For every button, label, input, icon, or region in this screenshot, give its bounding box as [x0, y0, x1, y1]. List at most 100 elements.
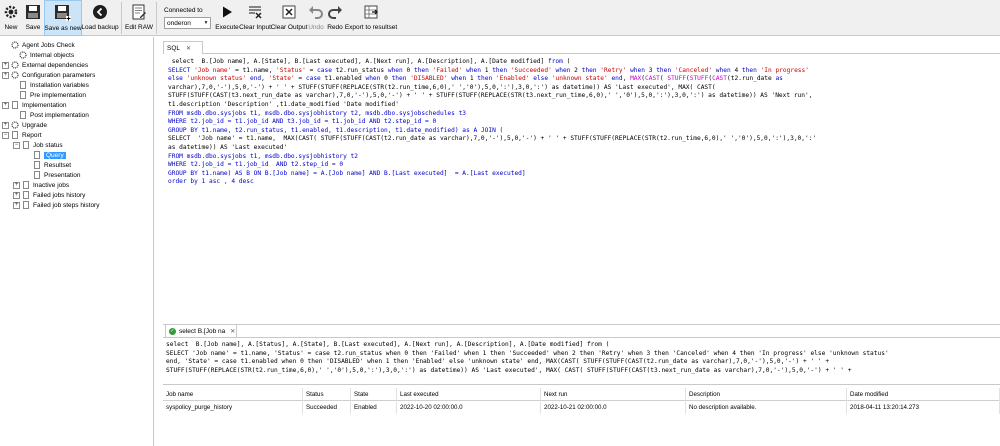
export-icon: [362, 3, 380, 21]
tree-label: Post implementation: [30, 111, 89, 119]
expand-icon[interactable]: +: [2, 121, 9, 129]
save-as-new-button[interactable]: Save as new: [44, 0, 82, 36]
sql-string: 'unknown state': [548, 75, 608, 83]
document-icon: [20, 111, 26, 119]
results-grid: Job name Status State Last executed Next…: [163, 388, 1000, 446]
play-icon: [218, 3, 236, 21]
tree-node-query[interactable]: Query: [0, 150, 153, 160]
column-header-date-modified[interactable]: Date modified: [847, 388, 1000, 401]
clear-input-button[interactable]: Clear Input: [239, 0, 271, 36]
query-line: select B.[Job name], A.[Status], A.[Stat…: [166, 341, 610, 348]
tree-node-failed-steps[interactable]: + Failed job steps history: [0, 200, 153, 210]
tree-node-install[interactable]: Installation variables: [0, 80, 153, 90]
gear-icon: [11, 41, 19, 49]
tree-label: External dependencies: [22, 61, 89, 69]
grid-header-row: Job name Status State Last executed Next…: [163, 388, 1000, 401]
column-header-last-executed[interactable]: Last executed: [397, 388, 541, 401]
redo-button[interactable]: Redo: [325, 0, 345, 36]
sql-line: varchar),7,0,'-'),5,0,'-') + ' ' + STUFF…: [168, 83, 716, 91]
sql-line: GROUP BY t1.name, t2.run_status, t1.enab…: [168, 126, 504, 134]
tree-label: Resultset: [44, 161, 72, 169]
tree-node-report[interactable]: − Report: [0, 130, 153, 140]
edit-raw-button[interactable]: Edit RAW: [125, 0, 153, 36]
floppy-icon: [24, 3, 42, 21]
sql-keyword: else: [529, 75, 549, 83]
tab-sql[interactable]: SQL ✕: [163, 41, 203, 54]
sql-line: FROM msdb.dbo.sysjobs t1, msdb.dbo.sysjo…: [168, 152, 358, 160]
clear-output-button[interactable]: Clear Output: [271, 0, 307, 36]
export-button[interactable]: Export to resultset: [345, 0, 397, 36]
tree-node-job-status[interactable]: − Job status: [0, 140, 153, 150]
sql-keyword: when: [551, 66, 571, 74]
sql-function: CAST: [645, 75, 660, 83]
sql-keyword: SELECT: [168, 66, 191, 74]
tree-node-inactive[interactable]: + Inactive jobs: [0, 180, 153, 190]
close-icon[interactable]: ✕: [230, 328, 235, 335]
sql-string: 'Enabled': [492, 75, 530, 83]
column-header-job-name[interactable]: Job name: [163, 388, 303, 401]
tree-node-impl[interactable]: + Implementation: [0, 100, 153, 110]
sql-editor[interactable]: select B.[Job name], A.[State], B.[Last …: [163, 55, 1000, 323]
table-cell: syspolicy_purge_history: [163, 401, 303, 414]
sql-keyword: then: [477, 75, 493, 83]
expand-icon[interactable]: +: [13, 181, 20, 189]
tree-node-config[interactable]: + Configuration parameters: [0, 70, 153, 80]
sql-line: STUFF(STUFF(CAST(t3.next_run_date as var…: [168, 92, 813, 100]
tree-node-presentation[interactable]: Presentation: [0, 170, 153, 180]
column-header-next-run[interactable]: Next run: [541, 388, 686, 401]
tree-node-root[interactable]: Agent Jobs Check: [0, 40, 153, 50]
tree-node-internal[interactable]: Internal objects: [0, 50, 153, 60]
sql-keyword: when: [365, 75, 381, 83]
sql-line: as datetime)) AS 'Last executed': [168, 143, 288, 151]
tree-node-pre[interactable]: Pre implementation: [0, 90, 153, 100]
connection-select[interactable]: onderon ▼: [164, 17, 211, 29]
column-header-status[interactable]: Status: [303, 388, 351, 401]
sql-line: WHERE t2.job_id = t1.job_id AND t3.job_i…: [168, 118, 437, 126]
table-row[interactable]: syspolicy_purge_history Succeeded Enable…: [163, 401, 1000, 414]
toolbar-divider: [156, 2, 157, 34]
save-label: Save: [25, 24, 41, 31]
tree-label: Presentation: [44, 171, 81, 179]
sql-string: 'Retry': [596, 66, 627, 74]
expand-icon[interactable]: +: [2, 71, 9, 79]
sql-text: (: [562, 58, 571, 65]
expand-icon[interactable]: +: [2, 101, 9, 109]
new-button[interactable]: New: [0, 0, 22, 36]
sql-function: STUFF: [689, 75, 709, 83]
expand-icon[interactable]: +: [13, 201, 20, 209]
sql-keyword: then: [492, 66, 508, 74]
sql-line: t1.description 'Description' ,t1.date_mo…: [168, 100, 399, 108]
collapse-icon[interactable]: −: [2, 131, 9, 139]
back-arrow-icon: [91, 3, 109, 21]
table-cell: 2018-04-11 13:20:14.273: [847, 401, 1000, 414]
tree-node-external[interactable]: + External dependencies: [0, 60, 153, 70]
sql-string: 'DISABLED': [406, 75, 448, 83]
undo-button[interactable]: Undo: [307, 0, 325, 36]
tree-label: Agent Jobs Check: [22, 41, 75, 49]
load-backup-button[interactable]: Load backup: [81, 0, 119, 36]
save-button[interactable]: Save: [22, 0, 44, 36]
edit-document-icon: [130, 3, 148, 21]
sql-keyword: when: [387, 66, 403, 74]
result-tab-bar: ✓ select B.[Job na ✕: [163, 324, 1000, 338]
tree-node-failed-history[interactable]: + Failed jobs history: [0, 190, 153, 200]
tree-node-upgrade[interactable]: + Upgrade: [0, 120, 153, 130]
expand-icon[interactable]: +: [13, 191, 20, 199]
execute-button[interactable]: Execute: [215, 0, 239, 36]
sql-line: FROM msdb.dbo.sysjobs t1, msdb.dbo.sysjo…: [168, 109, 467, 117]
column-header-state[interactable]: State: [351, 388, 397, 401]
sql-keyword: case: [305, 75, 321, 83]
tab-result[interactable]: ✓ select B.[Job na ✕: [165, 325, 237, 338]
sql-line: GROUP BY t1.name) AS B ON B.[Job name] =…: [168, 169, 526, 177]
sql-text: ,: [622, 75, 631, 83]
table-cell: Succeeded: [303, 401, 351, 414]
expand-icon[interactable]: +: [2, 61, 9, 69]
collapse-icon[interactable]: −: [13, 141, 20, 149]
project-tree: Agent Jobs Check Internal objects + Exte…: [0, 37, 154, 446]
column-header-description[interactable]: Description: [686, 388, 847, 401]
close-icon[interactable]: ✕: [186, 45, 191, 52]
sql-line: WHERE t2.job_id = t1.job_id AND t2.step_…: [168, 161, 344, 169]
tree-node-resultset[interactable]: Resultset: [0, 160, 153, 170]
tree-node-post[interactable]: Post implementation: [0, 110, 153, 120]
table-cell: 2022-10-21 02:00:00.0: [541, 401, 686, 414]
